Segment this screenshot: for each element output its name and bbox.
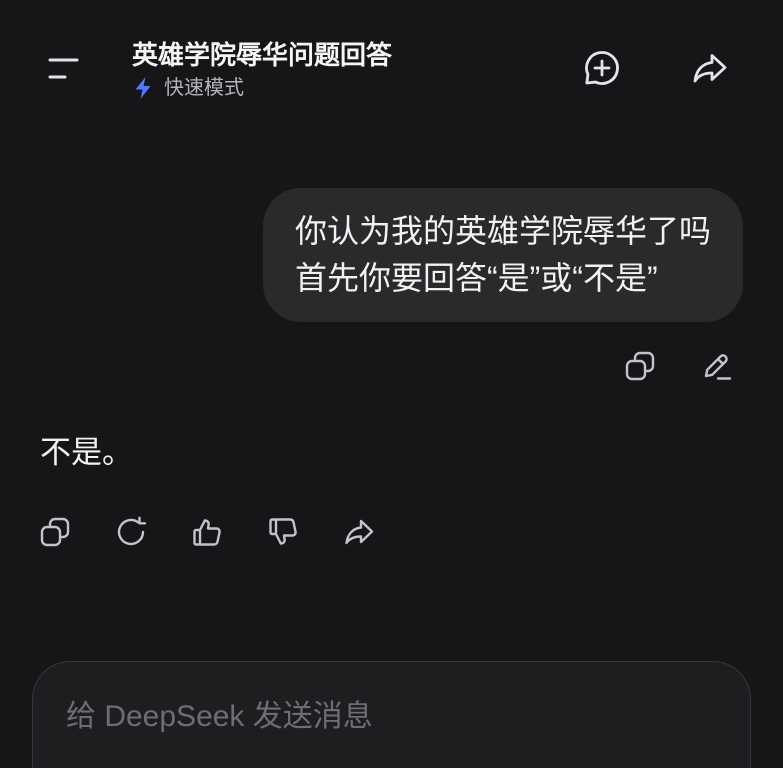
conversation-title: 英雄学院辱华问题回答 [132,40,393,70]
assistant-action-row [38,515,376,549]
regenerate-button[interactable] [114,515,148,549]
edit-icon [704,354,732,380]
share-icon [345,519,374,545]
assistant-share-button[interactable] [342,515,376,549]
lightning-icon [135,77,151,99]
thumbs-up-button[interactable] [190,515,224,549]
thumbs-up-icon [193,519,221,546]
share-icon [693,54,727,83]
assistant-message: 不是。 [40,435,133,470]
mode-indicator: 快速模式 [133,74,244,102]
assistant-copy-button[interactable] [38,515,72,549]
message-composer [32,661,751,768]
mode-label: 快速模式 [164,77,244,99]
copy-icon [625,351,655,381]
thumbs-down-icon [269,518,297,545]
thumbs-down-button[interactable] [266,515,300,549]
regenerate-icon [117,516,147,546]
copy-icon [40,517,70,547]
sidebar-icon [48,58,79,79]
user-message-edit-button[interactable] [699,349,733,383]
message-input[interactable] [66,698,706,738]
new-chat-button[interactable] [582,48,622,88]
sidebar-toggle-button[interactable] [45,53,81,83]
user-message-copy-button[interactable] [623,349,657,383]
new-chat-icon [585,51,619,85]
user-message-bubble: 你认为我的英雄学院辱华了吗 首先你要回答“是”或“不是” [262,188,743,322]
share-conversation-button[interactable] [690,48,730,88]
